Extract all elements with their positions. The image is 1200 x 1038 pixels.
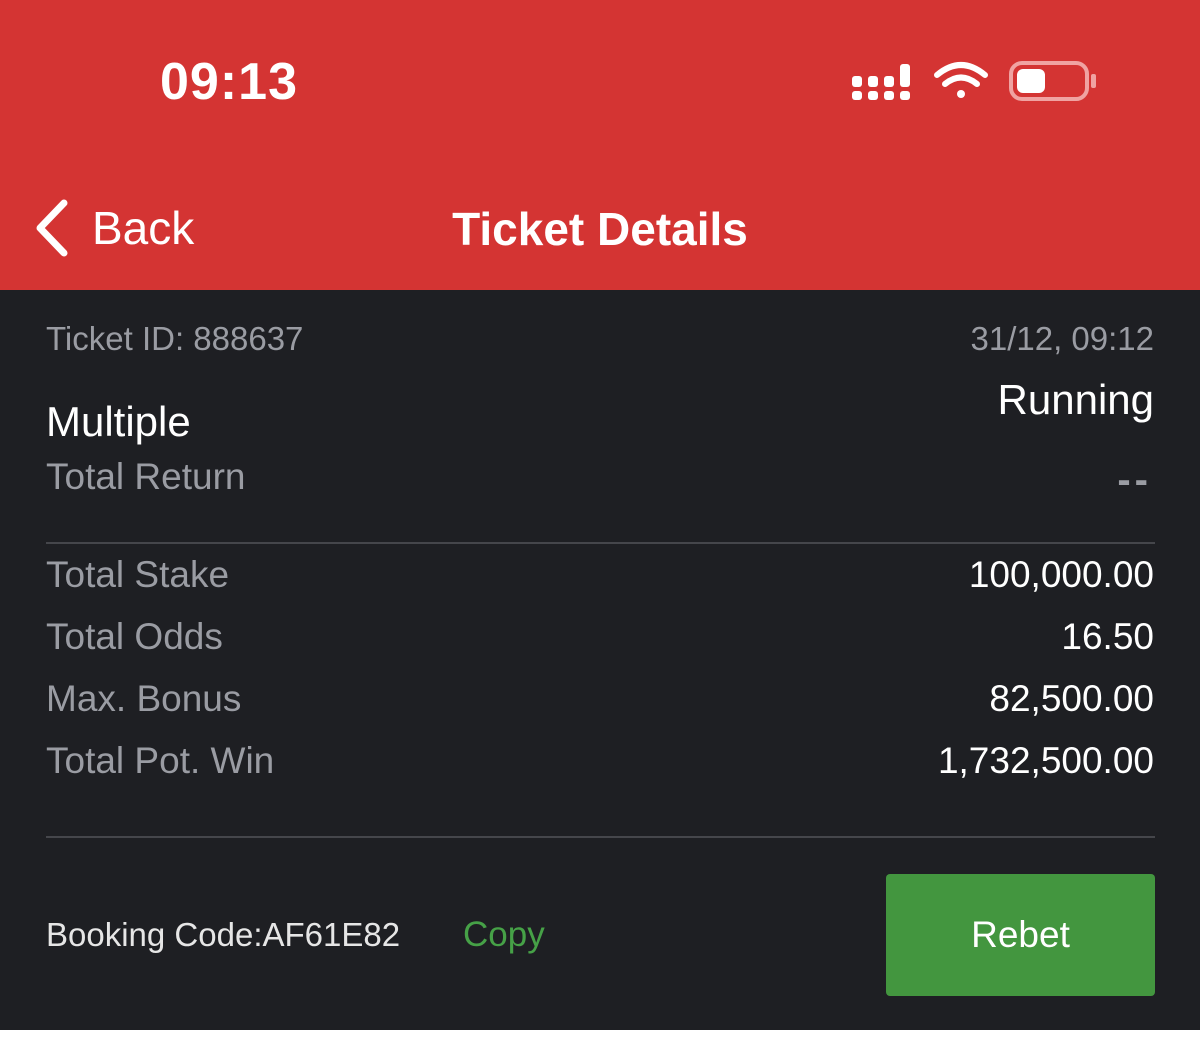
- ticket-details-screen: 09:13 Back Ticket Details Ticket ID: 888…: [0, 0, 1200, 1038]
- booking-code: Booking Code:AF61E82: [46, 916, 401, 953]
- ticket-datetime: 31/12, 09:12: [970, 320, 1155, 357]
- ticket-id: Ticket ID: 888637: [46, 320, 304, 357]
- max-bonus-label: Max. Bonus: [46, 678, 242, 719]
- total-stake-label: Total Stake: [46, 554, 230, 595]
- max-bonus-value: 82,500.00: [989, 678, 1154, 719]
- divider: [46, 836, 1155, 838]
- status-bar-time: 09:13: [160, 53, 298, 111]
- total-stake-value: 100,000.00: [968, 554, 1154, 595]
- total-odds-value: 16.50: [1061, 616, 1154, 657]
- total-odds-label: Total Odds: [46, 616, 223, 657]
- total-pot-win-value: 1,732,500.00: [937, 740, 1154, 781]
- copy-button[interactable]: Copy: [463, 915, 545, 955]
- total-pot-win-label: Total Pot. Win: [46, 740, 275, 781]
- app-header: 09:13 Back Ticket Details: [0, 0, 1200, 290]
- signal-icon: [852, 64, 910, 100]
- rebet-button[interactable]: Rebet: [886, 874, 1155, 996]
- status-bar-icons: [850, 58, 1100, 104]
- total-return-label: Total Return: [46, 456, 246, 497]
- battery-icon: [1009, 61, 1096, 101]
- ticket-status: Running: [997, 376, 1154, 423]
- divider: [46, 542, 1155, 544]
- total-return-value: --: [1117, 458, 1152, 502]
- bet-type: Multiple: [46, 398, 191, 445]
- page-title: Ticket Details: [452, 203, 748, 255]
- ticket-card: Ticket ID: 888637 31/12, 09:12 Running M…: [0, 290, 1200, 1030]
- wifi-icon: [934, 62, 988, 98]
